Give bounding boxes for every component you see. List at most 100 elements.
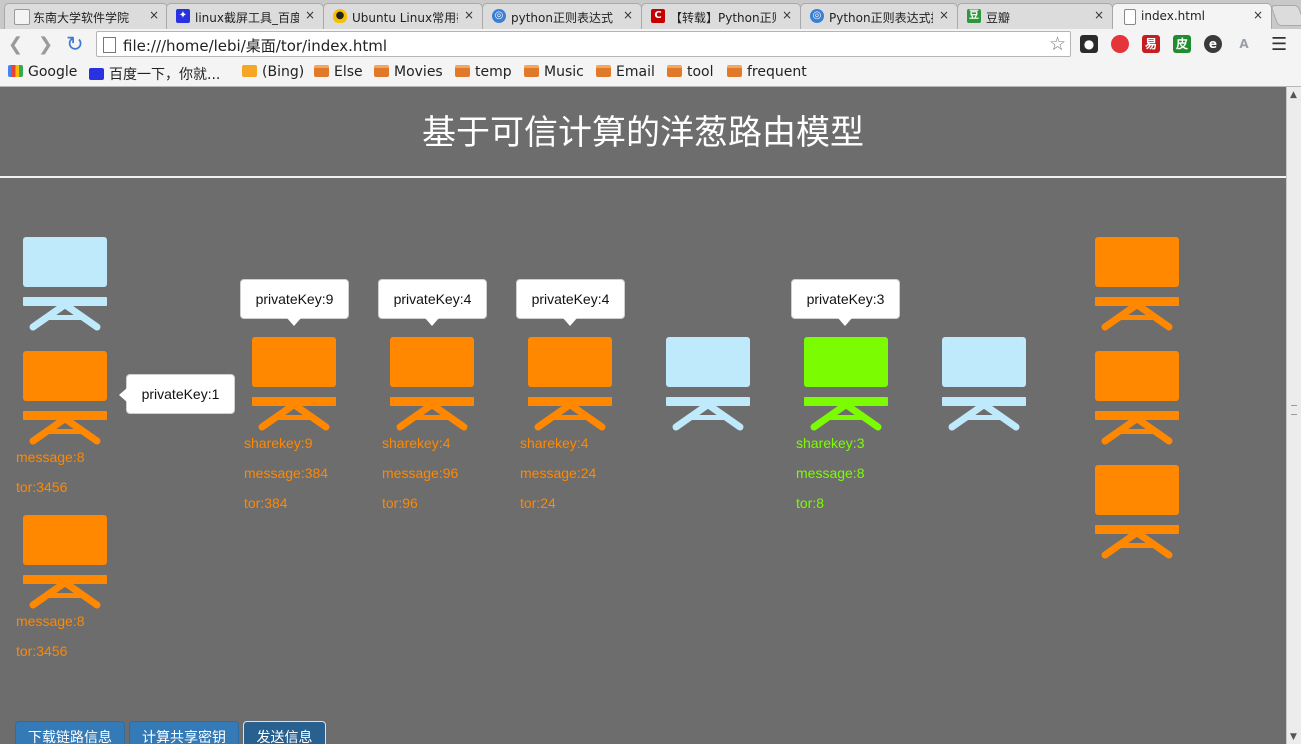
bookmark-label: Google [28,64,78,80]
bookmark-folder-movies[interactable]: Movies [374,64,443,80]
desk-stand [23,411,107,445]
bookmark-folder-music[interactable]: Music [524,64,584,80]
send-message-button[interactable]: 发送信息 [243,721,326,744]
computer-node-icon[interactable] [23,515,107,609]
tab-index-html[interactable]: index.html × [1112,3,1272,29]
translate-extension-icon[interactable]: A [1235,35,1253,53]
tab-seu[interactable]: 东南大学软件学院 × [4,3,168,29]
close-icon[interactable]: × [782,8,792,22]
message-value: message:384 [244,465,329,481]
computer-node-icon[interactable] [666,337,750,431]
pi-extension-icon[interactable]: 皮 [1173,35,1191,53]
close-icon[interactable]: × [623,8,633,22]
reload-icon[interactable]: ↻ [66,32,84,56]
tab-python-regex-2[interactable]: C 【转载】Python正则 × [641,3,801,29]
bookmark-label: Email [616,64,655,80]
baidu-paw-icon [89,68,104,80]
tab-strip: 东南大学软件学院 × ✦ linux截屏工具_百度 × ● Ubuntu Lin… [0,0,1301,29]
page-content: 基于可信计算的洋葱路由模型 message:8 tor:3456 private… [0,87,1286,744]
close-icon[interactable]: × [464,8,474,22]
bookmark-folder-tool[interactable]: tool [667,64,714,80]
bookmark-bing[interactable]: (Bing) [242,64,304,80]
tab-label: index.html [1141,9,1205,23]
monitor-screen [1095,465,1179,515]
monitor-screen [528,337,612,387]
desk-stand [1095,297,1179,331]
title-divider [0,176,1286,178]
monitor-screen [804,337,888,387]
globe-icon: ◎ [810,9,824,23]
message-value: message:96 [382,465,459,481]
computer-node-icon[interactable] [23,237,107,331]
new-tab-button[interactable] [1270,5,1301,26]
monitor-screen [23,237,107,287]
computer-node-icon[interactable] [1095,351,1179,445]
computer-node-icon[interactable] [1095,237,1179,331]
computer-node-icon[interactable] [252,337,336,431]
download-route-info-button[interactable]: 下载链路信息 [15,721,125,744]
douban-icon: 豆 [967,9,981,23]
menu-icon[interactable]: ☰ [1271,34,1287,55]
computer-node-icon[interactable] [528,337,612,431]
node-info: sharekey:3 message:8 tor:8 [796,428,864,518]
computer-node-icon[interactable] [390,337,474,431]
bookmark-folder-temp[interactable]: temp [455,64,512,80]
message-value: message:8 [796,465,865,481]
bookmark-label: temp [475,64,512,80]
monitor-screen [942,337,1026,387]
computer-node-icon[interactable] [1095,465,1179,559]
bookmark-google[interactable]: Google [8,64,77,80]
tab-python-regex-3[interactable]: ◎ Python正则表达式拼 × [800,3,958,29]
seu-icon [14,9,30,25]
monitor-screen [23,351,107,401]
bookmark-star-icon[interactable]: ☆ [1049,33,1066,55]
bookmark-label: Music [544,64,584,80]
compute-shared-key-button[interactable]: 计算共享密钥 [129,721,239,744]
close-icon[interactable]: × [1253,8,1263,22]
evernote-extension-icon[interactable]: e [1204,35,1222,53]
address-bar[interactable]: ☆ [96,31,1071,57]
scroll-down-arrow-icon[interactable]: ▼ [1290,732,1297,742]
close-icon[interactable]: × [149,8,159,22]
vertical-scrollbar[interactable]: ▲ ▼ [1286,87,1301,744]
back-arrow-icon[interactable]: ❮ [8,34,23,55]
globe-icon: ◎ [492,9,506,23]
tab-douban[interactable]: 豆 豆瓣 × [957,3,1113,29]
close-icon[interactable]: × [305,8,315,22]
monitor-screen [23,515,107,565]
monitor-screen [390,337,474,387]
bookmark-folder-frequent[interactable]: frequent [727,64,807,80]
bookmark-baidu[interactable]: 百度一下，你就... [89,64,220,84]
bookmark-folder-email[interactable]: Email [596,64,655,80]
tab-python-regex-1[interactable]: ◎ python正则表达式 - × [482,3,642,29]
desk-stand [666,397,750,431]
tab-ubuntu[interactable]: ● Ubuntu Linux常用截 × [323,3,483,29]
sharekey-value: sharekey:4 [382,435,451,451]
tab-label: python正则表达式 - [511,11,617,25]
youdao-extension-icon[interactable]: 易 [1142,35,1160,53]
weibo-extension-icon[interactable] [1111,35,1129,53]
desk-stand [1095,411,1179,445]
tab-label: 【转载】Python正则 [670,11,776,25]
bookmark-folder-else[interactable]: Else [314,64,363,80]
bookmark-label: (Bing) [262,64,305,80]
page-title: 基于可信计算的洋葱路由模型 [422,113,864,153]
google-icon [8,65,23,77]
tab-baidu[interactable]: ✦ linux截屏工具_百度 × [166,3,324,29]
tux-penguin-icon: ● [333,9,347,23]
computer-node-icon[interactable] [23,351,107,445]
close-icon[interactable]: × [939,8,949,22]
monitor-screen [666,337,750,387]
forward-arrow-icon[interactable]: ❯ [38,34,53,55]
computer-node-icon[interactable] [804,337,888,431]
private-key-tooltip: privateKey:4 [516,279,625,326]
wechat-extension-icon[interactable]: ● [1080,35,1098,53]
computer-node-icon[interactable] [942,337,1026,431]
url-input[interactable] [121,35,1025,55]
close-icon[interactable]: × [1094,8,1104,22]
desk-stand [804,397,888,431]
scroll-up-arrow-icon[interactable]: ▲ [1290,90,1297,100]
bookmark-label: Else [334,64,363,80]
monitor-screen [1095,351,1179,401]
scroll-grip[interactable] [1291,405,1297,415]
